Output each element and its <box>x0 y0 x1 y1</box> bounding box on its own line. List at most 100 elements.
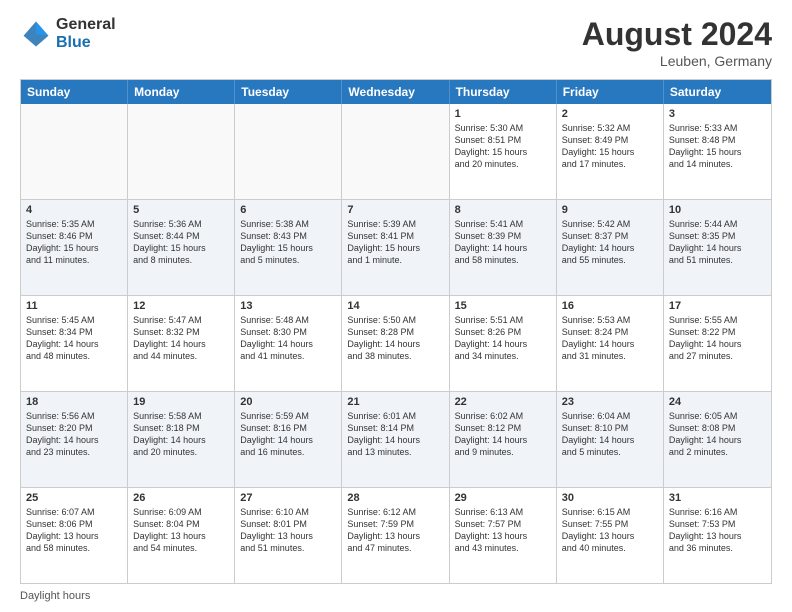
cal-cell: 11 Sunrise: 5:45 AM Sunset: 8:34 PM Dayli… <box>21 296 128 391</box>
cal-cell: 13Sunrise: 5:48 AM Sunset: 8:30 PM Dayli… <box>235 296 342 391</box>
cal-cell: 15 Sunrise: 5:51 AM Sunset: 8:26 PM Dayli… <box>450 296 557 391</box>
cal-cell: 14 Sunrise: 5:50 AM Sunset: 8:28 PM Dayli… <box>342 296 449 391</box>
month-year: August 2024 <box>582 16 772 53</box>
cal-cell: 6 Sunrise: 5:38 AM Sunset: 8:43 PM Daylig… <box>235 200 342 295</box>
day-number: 31 <box>669 492 766 504</box>
day-number: 23 <box>562 396 658 408</box>
day-number: 8 <box>455 204 551 216</box>
day-number: 14 <box>347 300 443 312</box>
header: General Blue August 2024 Leuben, Germany <box>20 16 772 69</box>
day-number: 29 <box>455 492 551 504</box>
cal-cell: 31 Sunrise: 6:16 AM Sunset: 7:53 PM Dayli… <box>664 488 771 583</box>
cal-header-cell-tuesday: Tuesday <box>235 80 342 104</box>
cal-cell: 26 Sunrise: 6:09 AM Sunset: 8:04 PM Dayli… <box>128 488 235 583</box>
day-info: Sunrise: 5:38 AM Sunset: 8:43 PM Dayligh… <box>240 218 336 267</box>
cal-header-cell-saturday: Saturday <box>664 80 771 104</box>
day-info: Sunrise: 5:44 AM Sunset: 8:35 PM Dayligh… <box>669 218 766 267</box>
cal-cell: 9 Sunrise: 5:42 AM Sunset: 8:37 PM Daylig… <box>557 200 664 295</box>
day-number: 10 <box>669 204 766 216</box>
cal-cell: 2 Sunrise: 5:32 AM Sunset: 8:49 PM Daylig… <box>557 104 664 199</box>
day-info: Sunrise: 5:35 AM Sunset: 8:46 PM Dayligh… <box>26 218 122 267</box>
cal-header-cell-wednesday: Wednesday <box>342 80 449 104</box>
cal-cell: 25Sunrise: 6:07 AM Sunset: 8:06 PM Dayli… <box>21 488 128 583</box>
day-info: Sunrise: 5:58 AM Sunset: 8:18 PM Dayligh… <box>133 410 229 459</box>
day-info: Sunrise: 5:55 AM Sunset: 8:22 PM Dayligh… <box>669 314 766 363</box>
day-info: Sunrise: 6:01 AM Sunset: 8:14 PM Dayligh… <box>347 410 443 459</box>
cal-header-cell-monday: Monday <box>128 80 235 104</box>
cal-cell: 5Sunrise: 5:36 AM Sunset: 8:44 PM Daylig… <box>128 200 235 295</box>
day-info: Sunrise: 5:36 AM Sunset: 8:44 PM Dayligh… <box>133 218 229 267</box>
day-info: Sunrise: 5:50 AM Sunset: 8:28 PM Dayligh… <box>347 314 443 363</box>
day-info: Sunrise: 6:12 AM Sunset: 7:59 PM Dayligh… <box>347 506 443 555</box>
day-number: 18 <box>26 396 122 408</box>
day-info: Sunrise: 5:32 AM Sunset: 8:49 PM Dayligh… <box>562 122 658 171</box>
day-info: Sunrise: 5:48 AM Sunset: 8:30 PM Dayligh… <box>240 314 336 363</box>
cal-row-1: 1 Sunrise: 5:30 AM Sunset: 8:51 PM Daylig… <box>21 104 771 200</box>
calendar-body: 1 Sunrise: 5:30 AM Sunset: 8:51 PM Daylig… <box>21 104 771 583</box>
logo: General Blue <box>20 16 116 51</box>
day-number: 1 <box>455 108 551 120</box>
day-number: 11 <box>26 300 122 312</box>
day-number: 25 <box>26 492 122 504</box>
cal-cell: 18 Sunrise: 5:56 AM Sunset: 8:20 PM Dayli… <box>21 392 128 487</box>
cal-cell: 24Sunrise: 6:05 AM Sunset: 8:08 PM Dayli… <box>664 392 771 487</box>
cal-cell: 30Sunrise: 6:15 AM Sunset: 7:55 PM Dayli… <box>557 488 664 583</box>
cal-cell: 19 Sunrise: 5:58 AM Sunset: 8:18 PM Dayli… <box>128 392 235 487</box>
day-info: Sunrise: 6:13 AM Sunset: 7:57 PM Dayligh… <box>455 506 551 555</box>
day-number: 2 <box>562 108 658 120</box>
calendar: SundayMondayTuesdayWednesdayThursdayFrid… <box>20 79 772 584</box>
cal-cell: 17 Sunrise: 5:55 AM Sunset: 8:22 PM Dayli… <box>664 296 771 391</box>
cal-cell: 28Sunrise: 6:12 AM Sunset: 7:59 PM Dayli… <box>342 488 449 583</box>
day-number: 17 <box>669 300 766 312</box>
location: Leuben, Germany <box>582 53 772 69</box>
cal-cell: 29 Sunrise: 6:13 AM Sunset: 7:57 PM Dayli… <box>450 488 557 583</box>
calendar-header: SundayMondayTuesdayWednesdayThursdayFrid… <box>21 80 771 104</box>
day-info: Sunrise: 6:09 AM Sunset: 8:04 PM Dayligh… <box>133 506 229 555</box>
day-info: Sunrise: 6:10 AM Sunset: 8:01 PM Dayligh… <box>240 506 336 555</box>
day-number: 26 <box>133 492 229 504</box>
day-number: 15 <box>455 300 551 312</box>
day-info: Sunrise: 5:45 AM Sunset: 8:34 PM Dayligh… <box>26 314 122 363</box>
cal-header-cell-sunday: Sunday <box>21 80 128 104</box>
day-info: Sunrise: 5:30 AM Sunset: 8:51 PM Dayligh… <box>455 122 551 171</box>
cal-cell: 3 Sunrise: 5:33 AM Sunset: 8:48 PM Daylig… <box>664 104 771 199</box>
day-info: Sunrise: 5:41 AM Sunset: 8:39 PM Dayligh… <box>455 218 551 267</box>
cal-row-2: 4 Sunrise: 5:35 AM Sunset: 8:46 PM Daylig… <box>21 200 771 296</box>
day-info: Sunrise: 5:33 AM Sunset: 8:48 PM Dayligh… <box>669 122 766 171</box>
day-info: Sunrise: 5:53 AM Sunset: 8:24 PM Dayligh… <box>562 314 658 363</box>
cal-cell: 1 Sunrise: 5:30 AM Sunset: 8:51 PM Daylig… <box>450 104 557 199</box>
cal-cell: 22Sunrise: 6:02 AM Sunset: 8:12 PM Dayli… <box>450 392 557 487</box>
generalblue-icon <box>20 18 52 50</box>
logo-general-text: General <box>56 16 116 34</box>
footer-note: Daylight hours <box>20 590 772 602</box>
title-block: August 2024 Leuben, Germany <box>582 16 772 69</box>
day-number: 3 <box>669 108 766 120</box>
cal-cell: 10 Sunrise: 5:44 AM Sunset: 8:35 PM Dayli… <box>664 200 771 295</box>
logo-text: General Blue <box>56 16 116 51</box>
cal-header-cell-thursday: Thursday <box>450 80 557 104</box>
cal-cell <box>235 104 342 199</box>
day-info: Sunrise: 5:47 AM Sunset: 8:32 PM Dayligh… <box>133 314 229 363</box>
day-number: 9 <box>562 204 658 216</box>
day-number: 24 <box>669 396 766 408</box>
day-info: Sunrise: 5:42 AM Sunset: 8:37 PM Dayligh… <box>562 218 658 267</box>
cal-cell <box>128 104 235 199</box>
day-info: Sunrise: 6:04 AM Sunset: 8:10 PM Dayligh… <box>562 410 658 459</box>
day-info: Sunrise: 6:16 AM Sunset: 7:53 PM Dayligh… <box>669 506 766 555</box>
day-number: 20 <box>240 396 336 408</box>
day-info: Sunrise: 5:56 AM Sunset: 8:20 PM Dayligh… <box>26 410 122 459</box>
cal-row-5: 25Sunrise: 6:07 AM Sunset: 8:06 PM Dayli… <box>21 488 771 583</box>
cal-cell: 8 Sunrise: 5:41 AM Sunset: 8:39 PM Daylig… <box>450 200 557 295</box>
day-info: Sunrise: 5:51 AM Sunset: 8:26 PM Dayligh… <box>455 314 551 363</box>
cal-cell: 16 Sunrise: 5:53 AM Sunset: 8:24 PM Dayli… <box>557 296 664 391</box>
day-info: Sunrise: 5:59 AM Sunset: 8:16 PM Dayligh… <box>240 410 336 459</box>
day-number: 27 <box>240 492 336 504</box>
day-number: 7 <box>347 204 443 216</box>
day-number: 6 <box>240 204 336 216</box>
day-number: 4 <box>26 204 122 216</box>
day-number: 19 <box>133 396 229 408</box>
day-number: 16 <box>562 300 658 312</box>
cal-cell: 21Sunrise: 6:01 AM Sunset: 8:14 PM Dayli… <box>342 392 449 487</box>
cal-cell: 4 Sunrise: 5:35 AM Sunset: 8:46 PM Daylig… <box>21 200 128 295</box>
cal-cell: 7Sunrise: 5:39 AM Sunset: 8:41 PM Daylig… <box>342 200 449 295</box>
